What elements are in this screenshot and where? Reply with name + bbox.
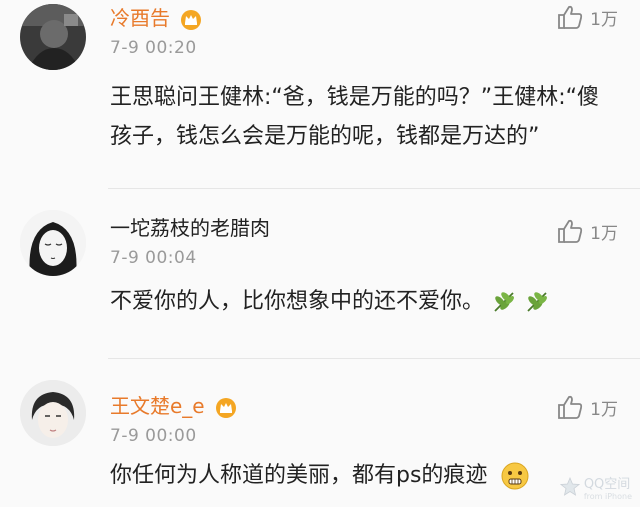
watermark-subtitle: from iPhone: [583, 492, 632, 501]
like-count: 1万: [590, 399, 618, 420]
thumbs-up-icon: [558, 219, 583, 243]
avatar-boy-icon: [20, 380, 86, 446]
qzone-star-icon: [559, 477, 580, 496]
username-text[interactable]: 一坨荔枝的老腊肉: [110, 216, 270, 240]
comment-item: 冷酉告 7-9 00:20 1万 王思聪问王健林:“爸，钱是万能的吗？”王健林:…: [0, 0, 640, 188]
watermark-title: QQ空间: [583, 477, 631, 492]
like-button[interactable]: 1万: [556, 4, 618, 30]
thumbs-up-icon: [558, 5, 583, 29]
username-text[interactable]: 王文楚e_e: [110, 394, 205, 418]
comment-text: 你任何为人称道的美丽，都有ps的痕迹: [110, 456, 580, 495]
username[interactable]: 王文楚e_e: [110, 394, 237, 419]
avatar-sketch-girl-icon: [20, 210, 86, 276]
vip-crown-icon: [215, 397, 236, 418]
comment-time: 7-9 00:20: [110, 38, 197, 58]
vip-crown-icon: [181, 9, 202, 30]
comment-text-content: 不爱你的人，比你想象中的还不爱你。: [110, 289, 485, 314]
user-avatar[interactable]: [20, 4, 86, 70]
user-avatar[interactable]: [20, 380, 86, 446]
comment-time: 7-9 00:04: [110, 248, 197, 268]
thumbs-up-icon: [558, 395, 583, 419]
user-avatar[interactable]: [20, 210, 86, 276]
leaf-icon: [494, 292, 514, 312]
like-count: 1万: [590, 9, 618, 30]
username-text[interactable]: 冷酉告: [110, 6, 170, 30]
username[interactable]: 一坨荔枝的老腊肉: [110, 216, 270, 240]
avatar-dark-man-icon: [20, 4, 86, 70]
like-count: 1万: [590, 223, 618, 244]
like-button[interactable]: 1万: [556, 394, 618, 420]
watermark-text: QQ空间 from iPhone: [584, 473, 632, 501]
leaf-icon: [527, 292, 547, 312]
comment-item: 王文楚e_e 7-9 00:00 1万 你任何为人称道的美丽，都有ps的痕迹: [0, 358, 640, 507]
comment-text-content: 你任何为人称道的美丽，都有ps的痕迹: [110, 463, 488, 488]
username[interactable]: 冷酉告: [110, 6, 202, 31]
comment-text: 王思聪问王健林:“爸，钱是万能的吗？”王健林:“傻孩子，钱怎么会是万能的呢，钱都…: [110, 85, 600, 149]
grimace-emoji-icon: [501, 462, 529, 490]
qzone-watermark: QQ空间 from iPhone: [559, 473, 632, 501]
like-button[interactable]: 1万: [556, 218, 618, 244]
comment-text: 不爱你的人，比你想象中的还不爱你。: [110, 282, 570, 321]
comment-time: 7-9 00:00: [110, 426, 197, 446]
comment-item: 一坨荔枝的老腊肉 7-9 00:04 1万 不爱你的人，比你想象中的还不爱你。: [0, 188, 640, 358]
